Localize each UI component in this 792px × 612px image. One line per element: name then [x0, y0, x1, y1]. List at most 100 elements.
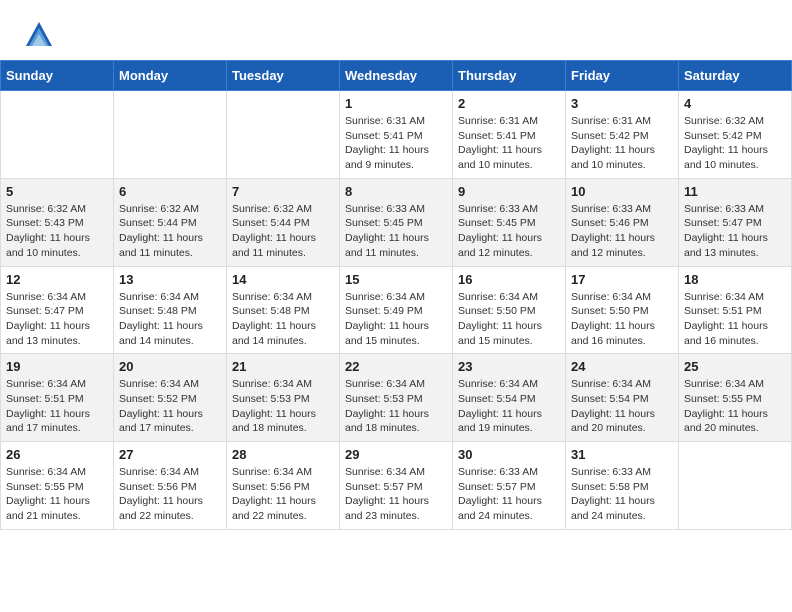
day-number: 15 — [345, 272, 447, 287]
calendar-week-row: 19 Sunrise: 6:34 AM Sunset: 5:51 PM Dayli… — [1, 354, 792, 442]
calendar-header-saturday: Saturday — [679, 61, 792, 91]
day-number: 11 — [684, 184, 786, 199]
day-number: 29 — [345, 447, 447, 462]
calendar-cell: 10Sunrise: 6:33 AM Sunset: 5:46 PM Dayli… — [566, 178, 679, 266]
day-number: 7 — [232, 184, 334, 199]
day-info: Sunrise: 6:34 AM Sunset: 5:53 PM Dayligh… — [232, 377, 334, 436]
calendar-cell — [679, 442, 792, 530]
calendar-cell: 1 Sunrise: 6:31 AM Sunset: 5:41 PM Daylig… — [340, 91, 453, 179]
calendar-cell — [1, 91, 114, 179]
day-number: 13 — [119, 272, 221, 287]
day-info: Sunrise: 6:33 AM Sunset: 5:45 PM Dayligh… — [345, 202, 447, 261]
calendar-cell: 8 Sunrise: 6:33 AM Sunset: 5:45 PM Daylig… — [340, 178, 453, 266]
day-number: 27 — [119, 447, 221, 462]
calendar-cell: 29 Sunrise: 6:34 AM Sunset: 5:57 PM Dayli… — [340, 442, 453, 530]
day-number: 20 — [119, 359, 221, 374]
day-info: Sunrise: 6:34 AM Sunset: 5:48 PM Dayligh… — [119, 290, 221, 349]
day-info: Sunrise: 6:33 AM Sunset: 5:58 PM Dayligh… — [571, 465, 673, 524]
calendar-week-row: 26 Sunrise: 6:34 AM Sunset: 5:55 PM Dayli… — [1, 442, 792, 530]
calendar-cell: 3Sunrise: 6:31 AM Sunset: 5:42 PM Daylig… — [566, 91, 679, 179]
day-info: Sunrise: 6:34 AM Sunset: 5:56 PM Dayligh… — [119, 465, 221, 524]
calendar-cell: 12 Sunrise: 6:34 AM Sunset: 5:47 PM Dayli… — [1, 266, 114, 354]
calendar-week-row: 5Sunrise: 6:32 AM Sunset: 5:43 PM Daylig… — [1, 178, 792, 266]
calendar-cell: 23 Sunrise: 6:34 AM Sunset: 5:54 PM Dayli… — [453, 354, 566, 442]
calendar-cell: 27 Sunrise: 6:34 AM Sunset: 5:56 PM Dayli… — [114, 442, 227, 530]
day-info: Sunrise: 6:33 AM Sunset: 5:45 PM Dayligh… — [458, 202, 560, 261]
day-info: Sunrise: 6:31 AM Sunset: 5:41 PM Dayligh… — [345, 114, 447, 173]
day-number: 19 — [6, 359, 108, 374]
calendar-cell: 31 Sunrise: 6:33 AM Sunset: 5:58 PM Dayli… — [566, 442, 679, 530]
calendar-cell: 17 Sunrise: 6:34 AM Sunset: 5:50 PM Dayli… — [566, 266, 679, 354]
day-info: Sunrise: 6:34 AM Sunset: 5:57 PM Dayligh… — [345, 465, 447, 524]
day-info: Sunrise: 6:34 AM Sunset: 5:55 PM Dayligh… — [684, 377, 786, 436]
day-number: 12 — [6, 272, 108, 287]
calendar-cell: 5Sunrise: 6:32 AM Sunset: 5:43 PM Daylig… — [1, 178, 114, 266]
day-info: Sunrise: 6:34 AM Sunset: 5:50 PM Dayligh… — [458, 290, 560, 349]
day-number: 21 — [232, 359, 334, 374]
calendar-header-monday: Monday — [114, 61, 227, 91]
day-number: 18 — [684, 272, 786, 287]
page-header — [0, 0, 792, 60]
calendar-cell — [227, 91, 340, 179]
day-number: 6 — [119, 184, 221, 199]
day-info: Sunrise: 6:34 AM Sunset: 5:54 PM Dayligh… — [571, 377, 673, 436]
day-info: Sunrise: 6:34 AM Sunset: 5:54 PM Dayligh… — [458, 377, 560, 436]
day-info: Sunrise: 6:34 AM Sunset: 5:50 PM Dayligh… — [571, 290, 673, 349]
day-number: 8 — [345, 184, 447, 199]
calendar-week-row: 1 Sunrise: 6:31 AM Sunset: 5:41 PM Daylig… — [1, 91, 792, 179]
day-info: Sunrise: 6:31 AM Sunset: 5:42 PM Dayligh… — [571, 114, 673, 173]
day-info: Sunrise: 6:34 AM Sunset: 5:51 PM Dayligh… — [684, 290, 786, 349]
calendar-cell: 13 Sunrise: 6:34 AM Sunset: 5:48 PM Dayli… — [114, 266, 227, 354]
calendar-cell — [114, 91, 227, 179]
day-info: Sunrise: 6:31 AM Sunset: 5:41 PM Dayligh… — [458, 114, 560, 173]
calendar-cell: 19 Sunrise: 6:34 AM Sunset: 5:51 PM Dayli… — [1, 354, 114, 442]
day-number: 23 — [458, 359, 560, 374]
day-info: Sunrise: 6:32 AM Sunset: 5:42 PM Dayligh… — [684, 114, 786, 173]
day-info: Sunrise: 6:34 AM Sunset: 5:51 PM Dayligh… — [6, 377, 108, 436]
day-info: Sunrise: 6:32 AM Sunset: 5:44 PM Dayligh… — [232, 202, 334, 261]
day-number: 31 — [571, 447, 673, 462]
day-info: Sunrise: 6:34 AM Sunset: 5:47 PM Dayligh… — [6, 290, 108, 349]
calendar-cell: 30Sunrise: 6:33 AM Sunset: 5:57 PM Dayli… — [453, 442, 566, 530]
day-number: 25 — [684, 359, 786, 374]
calendar-cell: 18 Sunrise: 6:34 AM Sunset: 5:51 PM Dayli… — [679, 266, 792, 354]
day-number: 26 — [6, 447, 108, 462]
calendar-cell: 7 Sunrise: 6:32 AM Sunset: 5:44 PM Daylig… — [227, 178, 340, 266]
day-info: Sunrise: 6:34 AM Sunset: 5:53 PM Dayligh… — [345, 377, 447, 436]
day-number: 9 — [458, 184, 560, 199]
calendar-cell: 26 Sunrise: 6:34 AM Sunset: 5:55 PM Dayli… — [1, 442, 114, 530]
day-info: Sunrise: 6:33 AM Sunset: 5:46 PM Dayligh… — [571, 202, 673, 261]
day-number: 30 — [458, 447, 560, 462]
calendar-header-friday: Friday — [566, 61, 679, 91]
day-number: 14 — [232, 272, 334, 287]
calendar-cell: 9 Sunrise: 6:33 AM Sunset: 5:45 PM Daylig… — [453, 178, 566, 266]
calendar-cell: 2 Sunrise: 6:31 AM Sunset: 5:41 PM Daylig… — [453, 91, 566, 179]
calendar-cell: 14Sunrise: 6:34 AM Sunset: 5:48 PM Dayli… — [227, 266, 340, 354]
calendar-cell: 6 Sunrise: 6:32 AM Sunset: 5:44 PM Daylig… — [114, 178, 227, 266]
calendar-header-row: SundayMondayTuesdayWednesdayThursdayFrid… — [1, 61, 792, 91]
logo — [24, 18, 54, 50]
calendar-table: SundayMondayTuesdayWednesdayThursdayFrid… — [0, 60, 792, 530]
day-info: Sunrise: 6:33 AM Sunset: 5:47 PM Dayligh… — [684, 202, 786, 261]
calendar-cell: 11 Sunrise: 6:33 AM Sunset: 5:47 PM Dayli… — [679, 178, 792, 266]
calendar-week-row: 12 Sunrise: 6:34 AM Sunset: 5:47 PM Dayli… — [1, 266, 792, 354]
day-info: Sunrise: 6:32 AM Sunset: 5:44 PM Dayligh… — [119, 202, 221, 261]
calendar-cell: 20Sunrise: 6:34 AM Sunset: 5:52 PM Dayli… — [114, 354, 227, 442]
calendar-cell: 24Sunrise: 6:34 AM Sunset: 5:54 PM Dayli… — [566, 354, 679, 442]
calendar-header-sunday: Sunday — [1, 61, 114, 91]
calendar-header-wednesday: Wednesday — [340, 61, 453, 91]
day-number: 1 — [345, 96, 447, 111]
day-number: 5 — [6, 184, 108, 199]
calendar-cell: 25 Sunrise: 6:34 AM Sunset: 5:55 PM Dayli… — [679, 354, 792, 442]
day-number: 2 — [458, 96, 560, 111]
calendar-cell: 22 Sunrise: 6:34 AM Sunset: 5:53 PM Dayli… — [340, 354, 453, 442]
logo-icon — [24, 20, 54, 50]
day-number: 17 — [571, 272, 673, 287]
day-number: 22 — [345, 359, 447, 374]
calendar-cell: 16Sunrise: 6:34 AM Sunset: 5:50 PM Dayli… — [453, 266, 566, 354]
day-info: Sunrise: 6:34 AM Sunset: 5:55 PM Dayligh… — [6, 465, 108, 524]
day-info: Sunrise: 6:34 AM Sunset: 5:56 PM Dayligh… — [232, 465, 334, 524]
calendar-cell: 15 Sunrise: 6:34 AM Sunset: 5:49 PM Dayli… — [340, 266, 453, 354]
day-info: Sunrise: 6:34 AM Sunset: 5:49 PM Dayligh… — [345, 290, 447, 349]
calendar-cell: 21 Sunrise: 6:34 AM Sunset: 5:53 PM Dayli… — [227, 354, 340, 442]
